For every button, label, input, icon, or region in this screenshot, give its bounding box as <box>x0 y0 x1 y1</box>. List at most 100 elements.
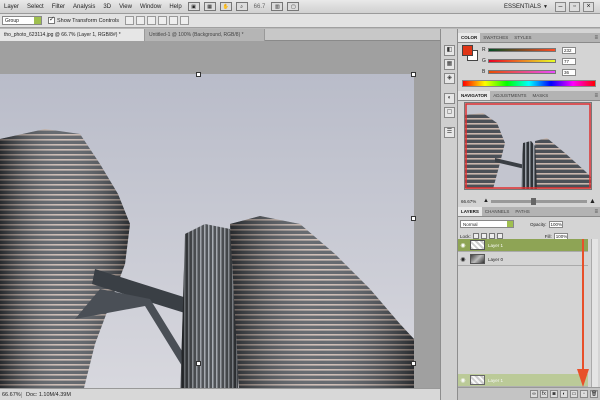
tab-color[interactable]: COLOR <box>458 33 481 42</box>
menu-analysis[interactable]: Analysis <box>69 0 99 14</box>
align-right-icon[interactable] <box>180 16 190 25</box>
swatches-panel-icon[interactable]: ▦ <box>444 59 455 70</box>
document-tabs: tho_photo_623114.jpg @ 66.7% (Layer 1, R… <box>0 29 440 41</box>
layer-row-layer-1[interactable]: ◉ Layer 1 <box>458 239 588 252</box>
tab-styles[interactable]: STYLES <box>511 33 534 42</box>
new-group-icon[interactable]: ▭ <box>570 390 578 398</box>
fill-label: Fill: <box>544 233 552 239</box>
menu-3d[interactable]: 3D <box>99 0 115 14</box>
layer-thumbnail <box>470 254 485 264</box>
slider-r-track[interactable] <box>488 48 556 52</box>
minimize-icon[interactable]: – <box>555 2 566 12</box>
layers-scrollbar[interactable] <box>591 239 598 387</box>
tab-adjustments[interactable]: ADJUSTMENTS <box>490 91 529 100</box>
trash-icon[interactable]: 🗑 <box>590 390 598 398</box>
panel-menu-icon[interactable]: ≡ <box>594 34 598 42</box>
transform-handle-bottom-right[interactable] <box>411 361 416 366</box>
eye-icon: ◉ <box>460 377 466 384</box>
show-transform-label: Show Transform Controls <box>57 17 120 24</box>
tab-swatches[interactable]: SWATCHES <box>480 33 511 42</box>
status-zoom[interactable]: 66.67% <box>0 391 22 398</box>
menu-filter[interactable]: Filter <box>48 0 69 14</box>
workspace-switcher[interactable]: ESSENTIALS ▼ <box>504 2 548 12</box>
color-spectrum-bar[interactable] <box>462 80 596 87</box>
layer-row-layer-0[interactable]: ◉ Layer 0 <box>458 253 588 266</box>
zoom-level[interactable]: 66.7 <box>250 4 270 10</box>
zoom-in-icon[interactable]: ▲ <box>589 198 596 205</box>
canvas-area[interactable] <box>0 41 440 400</box>
layers-panel-tabs: LAYERS CHANNELS PATHS ≡ <box>458 207 600 217</box>
blend-mode-dropdown[interactable]: Normal <box>460 220 514 228</box>
tab-document-2[interactable]: Untitled-1 @ 100% (Background, RGB/8) * <box>145 29 265 41</box>
opacity-label: Opacity: <box>530 221 547 227</box>
tab-masks[interactable]: MASKS <box>530 91 552 100</box>
navigator-zoom-knob[interactable] <box>530 197 536 205</box>
eye-icon[interactable]: ◉ <box>458 242 468 249</box>
navigator-zoom-row: 66.67% ▲ ▲ <box>458 196 600 206</box>
tab-document-1[interactable]: tho_photo_623114.jpg @ 66.7% (Layer 1, R… <box>0 29 145 41</box>
masks-panel-icon[interactable]: ▢ <box>444 107 455 118</box>
tab-layers[interactable]: LAYERS <box>458 207 482 216</box>
adjustments-panel-icon[interactable]: ◐ <box>444 93 455 104</box>
color-panel-icon[interactable]: ◧ <box>444 45 455 56</box>
tab-paths[interactable]: PATHS <box>512 207 532 216</box>
minibridge-icon[interactable]: ▦ <box>203 2 216 11</box>
slider-g-value[interactable]: 77 <box>562 57 576 65</box>
slider-r-value[interactable]: 232 <box>562 46 576 54</box>
options-bar: Group Show Transform Controls <box>0 14 600 28</box>
layer-thumbnail <box>470 375 485 385</box>
transform-handle-bottom[interactable] <box>196 361 201 366</box>
hand-icon[interactable]: ✋ <box>219 2 232 11</box>
menu-select[interactable]: Select <box>23 0 48 14</box>
align-middle-icon[interactable] <box>136 16 146 25</box>
screen-mode-icon[interactable]: ▢ <box>287 2 300 11</box>
arrange-docs-icon[interactable]: ▥ <box>271 2 284 11</box>
restore-icon[interactable]: ▫ <box>569 2 580 12</box>
menu-window[interactable]: Window <box>136 0 165 14</box>
styles-panel-icon[interactable]: ◈ <box>444 73 455 84</box>
menu-view[interactable]: View <box>115 0 136 14</box>
slider-r[interactable]: R 232 <box>482 46 596 54</box>
slider-b[interactable]: B 36 <box>482 68 596 76</box>
layers-footer: ∞ fx ◙ ◐ ▭ ▫ 🗑 <box>458 387 600 400</box>
transform-handle-top[interactable] <box>196 72 201 77</box>
navigator-zoom-slider[interactable] <box>490 197 587 205</box>
foreground-color-swatch[interactable] <box>462 45 473 56</box>
adjustment-layer-icon[interactable]: ◐ <box>560 390 568 398</box>
status-doc-size[interactable]: Doc: 1.10M/4.39M <box>22 392 71 398</box>
document-image[interactable] <box>0 74 414 400</box>
slider-b-value[interactable]: 36 <box>562 68 576 76</box>
transform-handle-right[interactable] <box>411 216 416 221</box>
panel-menu-icon[interactable]: ≡ <box>594 92 598 100</box>
new-layer-icon[interactable]: ▫ <box>580 390 588 398</box>
layer-style-icon[interactable]: fx <box>540 390 548 398</box>
slider-g-track[interactable] <box>488 59 556 63</box>
link-layers-icon[interactable]: ∞ <box>530 390 538 398</box>
align-center-icon[interactable] <box>169 16 179 25</box>
transform-handle-top-right[interactable] <box>411 72 416 77</box>
layers-panel-icon[interactable]: ☰ <box>444 127 455 138</box>
add-mask-icon[interactable]: ◙ <box>550 390 558 398</box>
tab-navigator[interactable]: NAVIGATOR <box>458 91 491 100</box>
align-left-icon[interactable] <box>158 16 168 25</box>
auto-select-dropdown[interactable]: Group <box>2 16 42 25</box>
eye-icon[interactable]: ◉ <box>458 256 468 263</box>
zoom-out-icon[interactable]: ▲ <box>483 198 489 204</box>
drag-arrow-annotation <box>577 239 589 387</box>
menu-layer[interactable]: Layer <box>0 0 23 14</box>
align-bottom-icon[interactable] <box>147 16 157 25</box>
slider-g[interactable]: G 77 <box>482 57 596 65</box>
show-transform-checkbox[interactable] <box>48 15 55 24</box>
align-top-icon[interactable] <box>125 16 135 25</box>
slider-b-track[interactable] <box>488 70 556 74</box>
zoom-tool-icon[interactable]: ⌕ <box>235 2 248 11</box>
navigator-preview[interactable] <box>464 102 592 190</box>
menu-help[interactable]: Help <box>165 0 185 14</box>
panel-menu-icon[interactable]: ≡ <box>594 208 598 216</box>
navigator-zoom-value[interactable]: 66.67% <box>461 199 483 204</box>
close-icon[interactable]: × <box>583 2 594 12</box>
tab-channels[interactable]: CHANNELS <box>482 207 513 216</box>
chevron-down-icon: ▼ <box>543 4 548 10</box>
opacity-input[interactable]: 100% <box>548 220 563 228</box>
bridge-icon[interactable]: ▣ <box>187 2 200 11</box>
